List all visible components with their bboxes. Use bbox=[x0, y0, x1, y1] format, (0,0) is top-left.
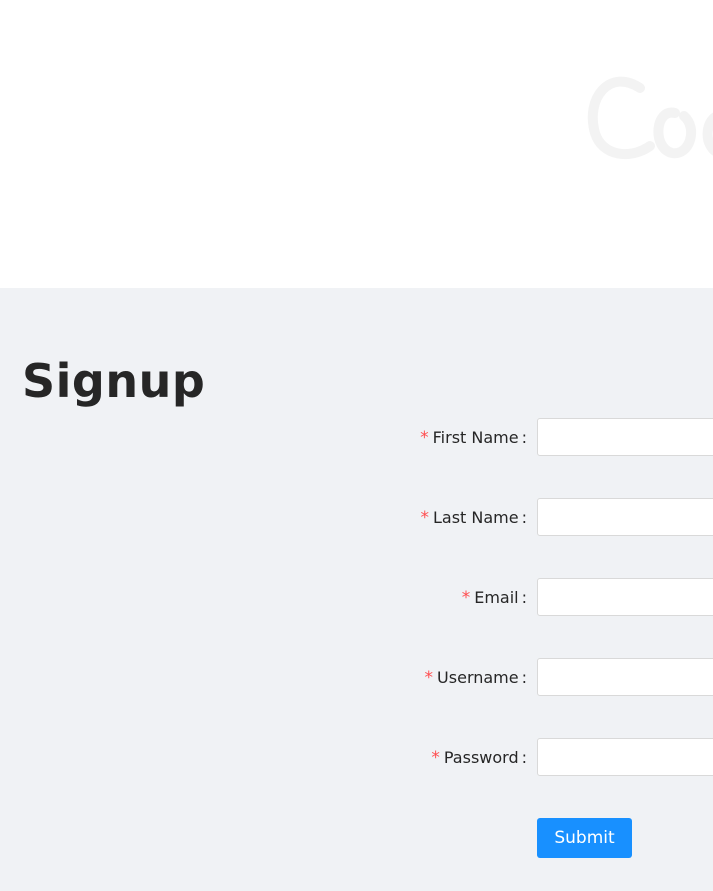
password-input[interactable] bbox=[537, 738, 713, 776]
form-row-first-name: * First Name: bbox=[0, 418, 713, 458]
required-mark: * bbox=[420, 508, 429, 528]
form-row-last-name: * Last Name: bbox=[0, 498, 713, 538]
script-logo-icon bbox=[587, 76, 713, 159]
page-title: Signup bbox=[22, 354, 206, 408]
password-label: * Password: bbox=[431, 738, 527, 778]
required-mark: * bbox=[431, 748, 440, 768]
first-name-label: * First Name: bbox=[420, 418, 527, 458]
label-colon: : bbox=[521, 588, 527, 607]
label-colon: : bbox=[521, 668, 527, 687]
label-colon: : bbox=[521, 748, 527, 767]
required-mark: * bbox=[424, 668, 434, 688]
label-colon: : bbox=[521, 508, 527, 527]
last-name-input[interactable] bbox=[537, 498, 713, 536]
required-mark: * bbox=[461, 588, 471, 608]
form-row-password: * Password: bbox=[0, 738, 713, 778]
form-row-username: * Username: bbox=[0, 658, 713, 698]
email-input[interactable] bbox=[537, 578, 713, 616]
username-label: * Username: bbox=[425, 658, 527, 698]
username-label-text: Username bbox=[437, 668, 519, 687]
label-colon: : bbox=[521, 428, 527, 447]
email-label-text: Email bbox=[474, 588, 519, 607]
first-name-label-text: First Name bbox=[432, 428, 519, 447]
submit-button[interactable]: Submit bbox=[537, 818, 632, 858]
required-mark: * bbox=[420, 428, 429, 448]
password-label-text: Password bbox=[443, 748, 519, 767]
username-input[interactable] bbox=[537, 658, 713, 696]
page: Signup * First Name: * Last Name: * Email: bbox=[0, 0, 713, 891]
form-row-email: * Email: bbox=[0, 578, 713, 618]
last-name-label: * Last Name: bbox=[420, 498, 527, 538]
first-name-input[interactable] bbox=[537, 418, 713, 456]
email-label: * Email: bbox=[462, 578, 527, 618]
hero-banner bbox=[0, 0, 713, 288]
last-name-label-text: Last Name bbox=[432, 508, 519, 527]
signup-section: Signup * First Name: * Last Name: * Email: bbox=[0, 288, 713, 891]
